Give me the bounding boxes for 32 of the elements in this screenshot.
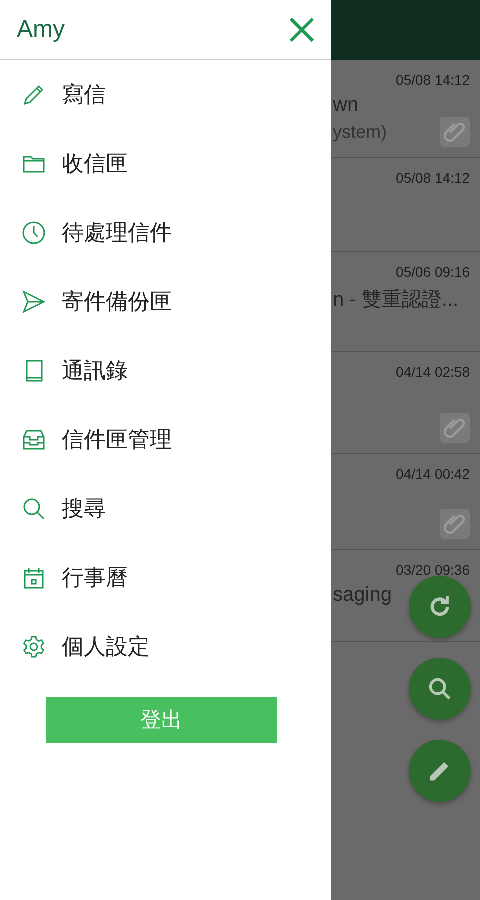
menu-item[interactable]: 搜尋 xyxy=(0,474,331,543)
message-subject: saging xyxy=(333,584,392,607)
inbox-tray-icon xyxy=(22,428,46,452)
message-time: 03/20 09:36 xyxy=(396,562,470,578)
menu-item[interactable]: 個人設定 xyxy=(0,612,331,681)
message-time: 04/14 02:58 xyxy=(396,364,470,380)
menu-item[interactable]: 信件匣管理 xyxy=(0,405,331,474)
search-icon xyxy=(22,496,46,520)
menu-item[interactable]: 行事曆 xyxy=(0,543,331,612)
search-icon xyxy=(427,676,453,702)
floating-action-button[interactable] xyxy=(409,576,471,638)
user-name: Amy xyxy=(17,16,65,44)
floating-action-button[interactable] xyxy=(409,658,471,720)
settings-icon xyxy=(22,634,46,658)
close-icon[interactable] xyxy=(289,16,315,42)
menu-item[interactable]: 寄件備份匣 xyxy=(0,267,331,336)
menu-item[interactable]: 通訊錄 xyxy=(0,336,331,405)
calendar-icon xyxy=(22,566,46,590)
message-subject: wn xyxy=(333,94,359,117)
menu-item[interactable]: 待處理信件 xyxy=(0,198,331,267)
message-time: 04/14 00:42 xyxy=(396,466,470,482)
message-time: 05/08 14:12 xyxy=(396,170,470,186)
send-icon xyxy=(22,290,46,314)
clock-icon xyxy=(22,220,46,244)
message-subject: n - 雙重認證... xyxy=(333,288,459,313)
menu-item[interactable]: 收信匣 xyxy=(0,129,331,198)
menu-item[interactable]: 寫信 xyxy=(0,60,331,129)
message-sender: ystem) xyxy=(333,122,387,143)
message-time: 05/06 09:16 xyxy=(396,264,470,280)
pencil-icon xyxy=(22,82,46,106)
message-time: 05/08 14:12 xyxy=(396,72,470,88)
floating-action-button[interactable] xyxy=(409,740,471,802)
